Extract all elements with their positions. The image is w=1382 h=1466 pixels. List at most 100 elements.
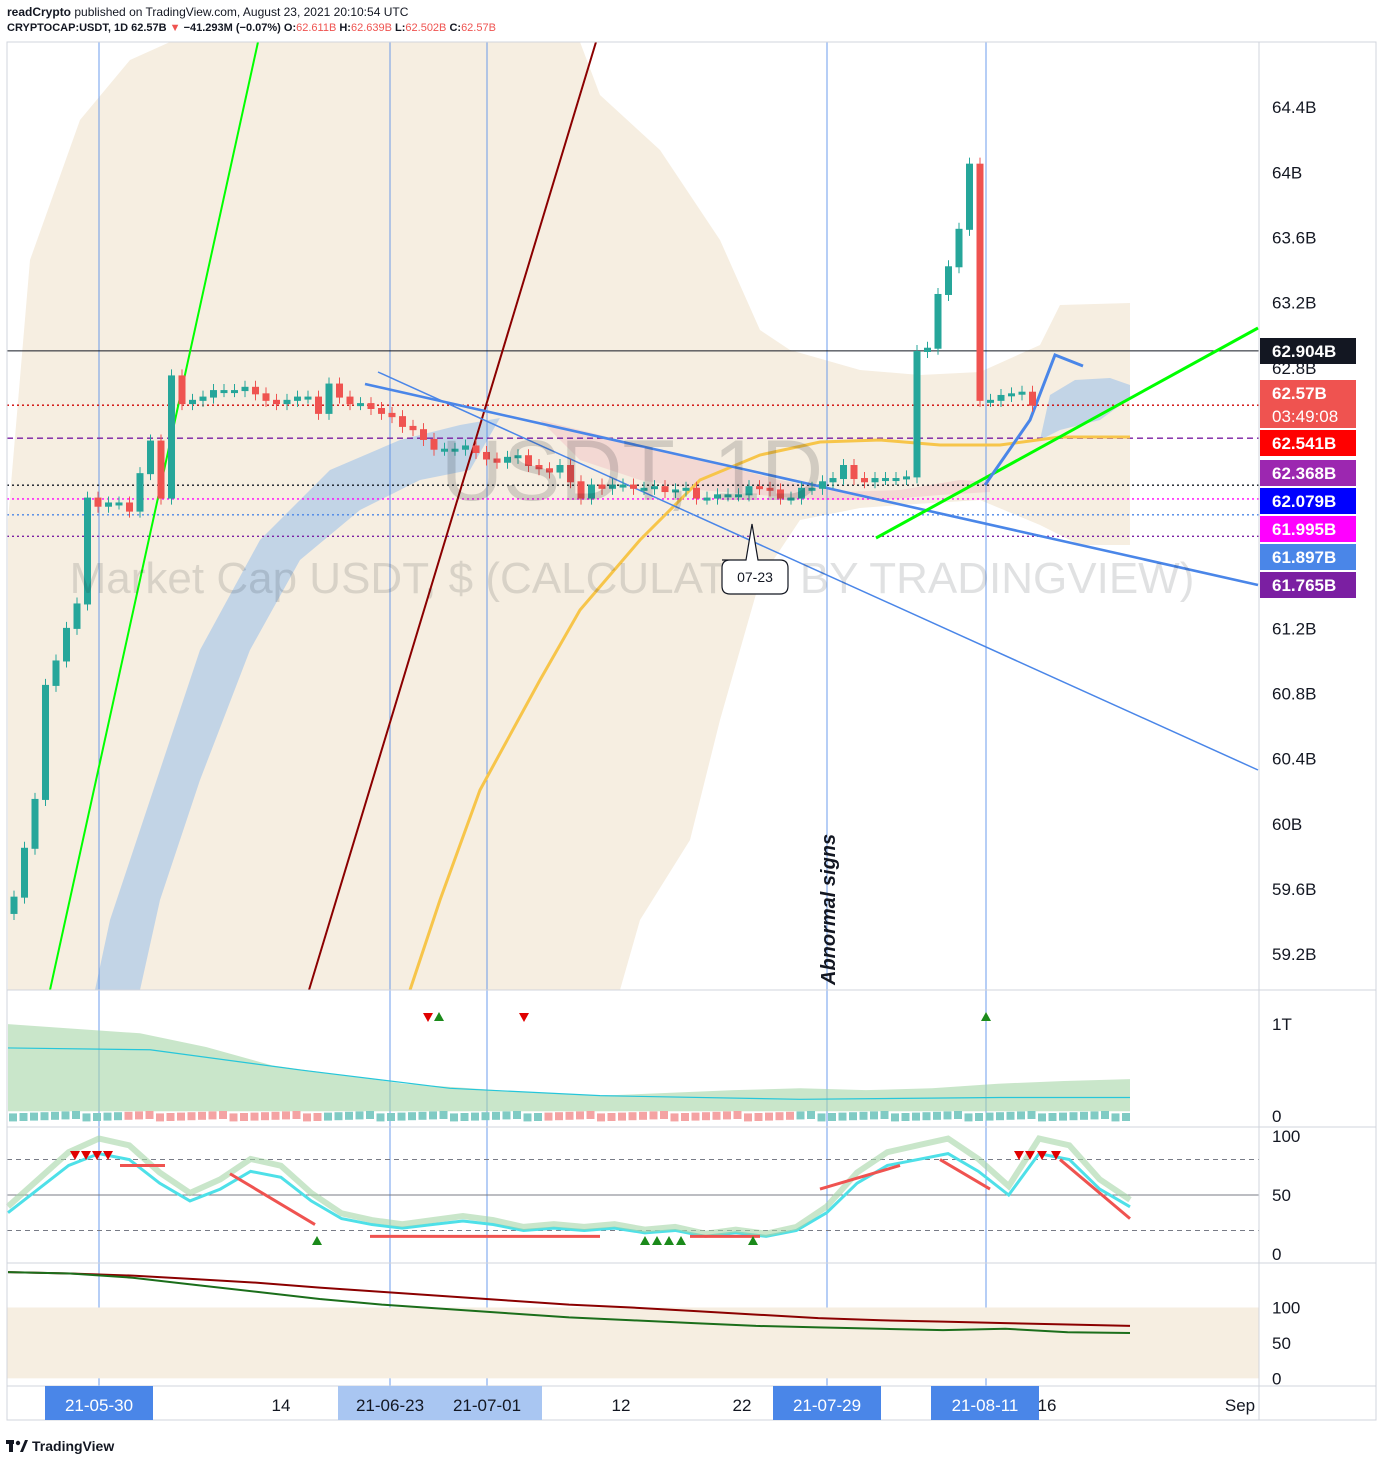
- price-tick-label: 63.2B: [1272, 294, 1316, 313]
- volume-bar: [334, 1112, 343, 1121]
- candle-body: [199, 396, 207, 401]
- price-tick-label: 59.6B: [1272, 880, 1316, 899]
- volume-bar: [1006, 1111, 1015, 1120]
- time-tick-label: 14: [272, 1396, 291, 1415]
- candle-body: [399, 416, 406, 427]
- volume-bar: [198, 1111, 206, 1120]
- price-tick-label: 59.2B: [1272, 945, 1316, 964]
- price-tick-label: 64.4B: [1272, 98, 1316, 117]
- lower-tick-label: 50: [1272, 1334, 1291, 1353]
- candle-body: [378, 407, 385, 414]
- candle-body: [409, 425, 417, 431]
- candle: [934, 287, 942, 355]
- time-tick-label: 22: [733, 1396, 752, 1415]
- price-tag: 62.904B: [1260, 338, 1356, 364]
- volume-bar: [481, 1112, 490, 1121]
- oscillator-tick-label: 0: [1272, 1245, 1281, 1264]
- volume-tick-label: 0: [1272, 1107, 1281, 1126]
- volume-bar: [670, 1113, 679, 1122]
- volume-bar: [838, 1112, 847, 1121]
- candle-body: [955, 228, 963, 268]
- volume-bar: [691, 1112, 700, 1121]
- volume-bar: [586, 1111, 595, 1119]
- price-tag-label: 61.897B: [1272, 548, 1336, 567]
- signal-down-icon: [1014, 1151, 1024, 1160]
- volume-bar: [880, 1111, 889, 1119]
- volume-bar: [30, 1112, 38, 1121]
- candle-body: [987, 399, 994, 403]
- candle-body: [10, 896, 18, 914]
- volume-bar: [219, 1111, 227, 1119]
- volume-bar: [523, 1113, 532, 1122]
- volume-bar: [19, 1113, 28, 1121]
- candle: [42, 678, 49, 806]
- volume-bar: [355, 1111, 364, 1120]
- volume-bar: [240, 1113, 248, 1121]
- candle-body: [903, 476, 910, 480]
- volume-bar: [660, 1111, 668, 1119]
- volume-bar: [933, 1111, 941, 1120]
- volume-bar: [565, 1111, 574, 1120]
- candle-body: [304, 396, 312, 400]
- volume-bar: [639, 1111, 647, 1120]
- candle-body: [357, 403, 364, 407]
- candle-body: [997, 394, 1005, 401]
- signal-down-icon: [70, 1151, 80, 1160]
- volume-bar: [733, 1111, 742, 1119]
- candle-body: [1018, 391, 1026, 395]
- volume-bar: [849, 1112, 857, 1121]
- volume-bar: [534, 1113, 542, 1121]
- volume-bar: [555, 1112, 563, 1121]
- signal-down-icon: [519, 1013, 529, 1022]
- candle-body: [945, 266, 952, 295]
- volume-bar: [229, 1113, 238, 1122]
- signal-up-icon: [652, 1236, 662, 1245]
- volume-bar: [828, 1113, 836, 1121]
- candle-body: [273, 399, 280, 405]
- candle-body: [976, 163, 984, 401]
- lower-tick-label: 100: [1272, 1299, 1300, 1318]
- candle: [966, 157, 973, 236]
- candle-body: [241, 386, 249, 392]
- candle-body: [168, 375, 175, 499]
- volume-bar: [607, 1113, 616, 1121]
- callout-label: 07-23: [737, 569, 773, 585]
- volume-bar: [156, 1113, 164, 1122]
- volume-bar: [1059, 1112, 1067, 1121]
- oscillator-tick-label: 50: [1272, 1186, 1291, 1205]
- volume-bar: [471, 1112, 479, 1121]
- candle-body: [94, 497, 102, 507]
- candle-body: [63, 627, 70, 662]
- signal-up-icon: [676, 1236, 686, 1245]
- time-tick-label: 21-05-30: [65, 1396, 133, 1415]
- volume-bar: [124, 1111, 133, 1120]
- price-tag-label: 62.904B: [1272, 342, 1336, 361]
- candle-body: [325, 383, 333, 414]
- price-tag-countdown: 03:49:08: [1272, 407, 1338, 426]
- volume-pane: [7, 1012, 1130, 1122]
- volume-bar: [324, 1112, 332, 1121]
- candle: [955, 222, 963, 274]
- candle-body: [861, 478, 868, 483]
- chart-canvas[interactable]: 64.4B64B63.6B63.2B62.8B61.2B60.8B60.4B60…: [0, 0, 1382, 1466]
- signal-up-icon: [664, 1236, 674, 1245]
- candle-body: [966, 163, 973, 230]
- volume-bar: [1101, 1111, 1109, 1119]
- volume-bar: [807, 1111, 815, 1119]
- volume-bar: [901, 1113, 910, 1121]
- volume-bar: [282, 1111, 290, 1120]
- candle-body: [252, 386, 259, 395]
- candle: [168, 369, 175, 505]
- volume-bar: [985, 1112, 994, 1121]
- signal-up-icon: [434, 1012, 444, 1021]
- volume-bar: [681, 1113, 689, 1121]
- watermark-title: USDT, 1D: [441, 423, 823, 519]
- volume-bar: [1038, 1113, 1046, 1122]
- volume-bar: [1090, 1111, 1099, 1120]
- volume-bar: [712, 1111, 721, 1120]
- candle-body: [105, 502, 112, 507]
- candle-body: [136, 473, 144, 512]
- volume-bar: [1048, 1113, 1057, 1121]
- volume-bar: [775, 1112, 784, 1121]
- candle-body: [157, 440, 165, 499]
